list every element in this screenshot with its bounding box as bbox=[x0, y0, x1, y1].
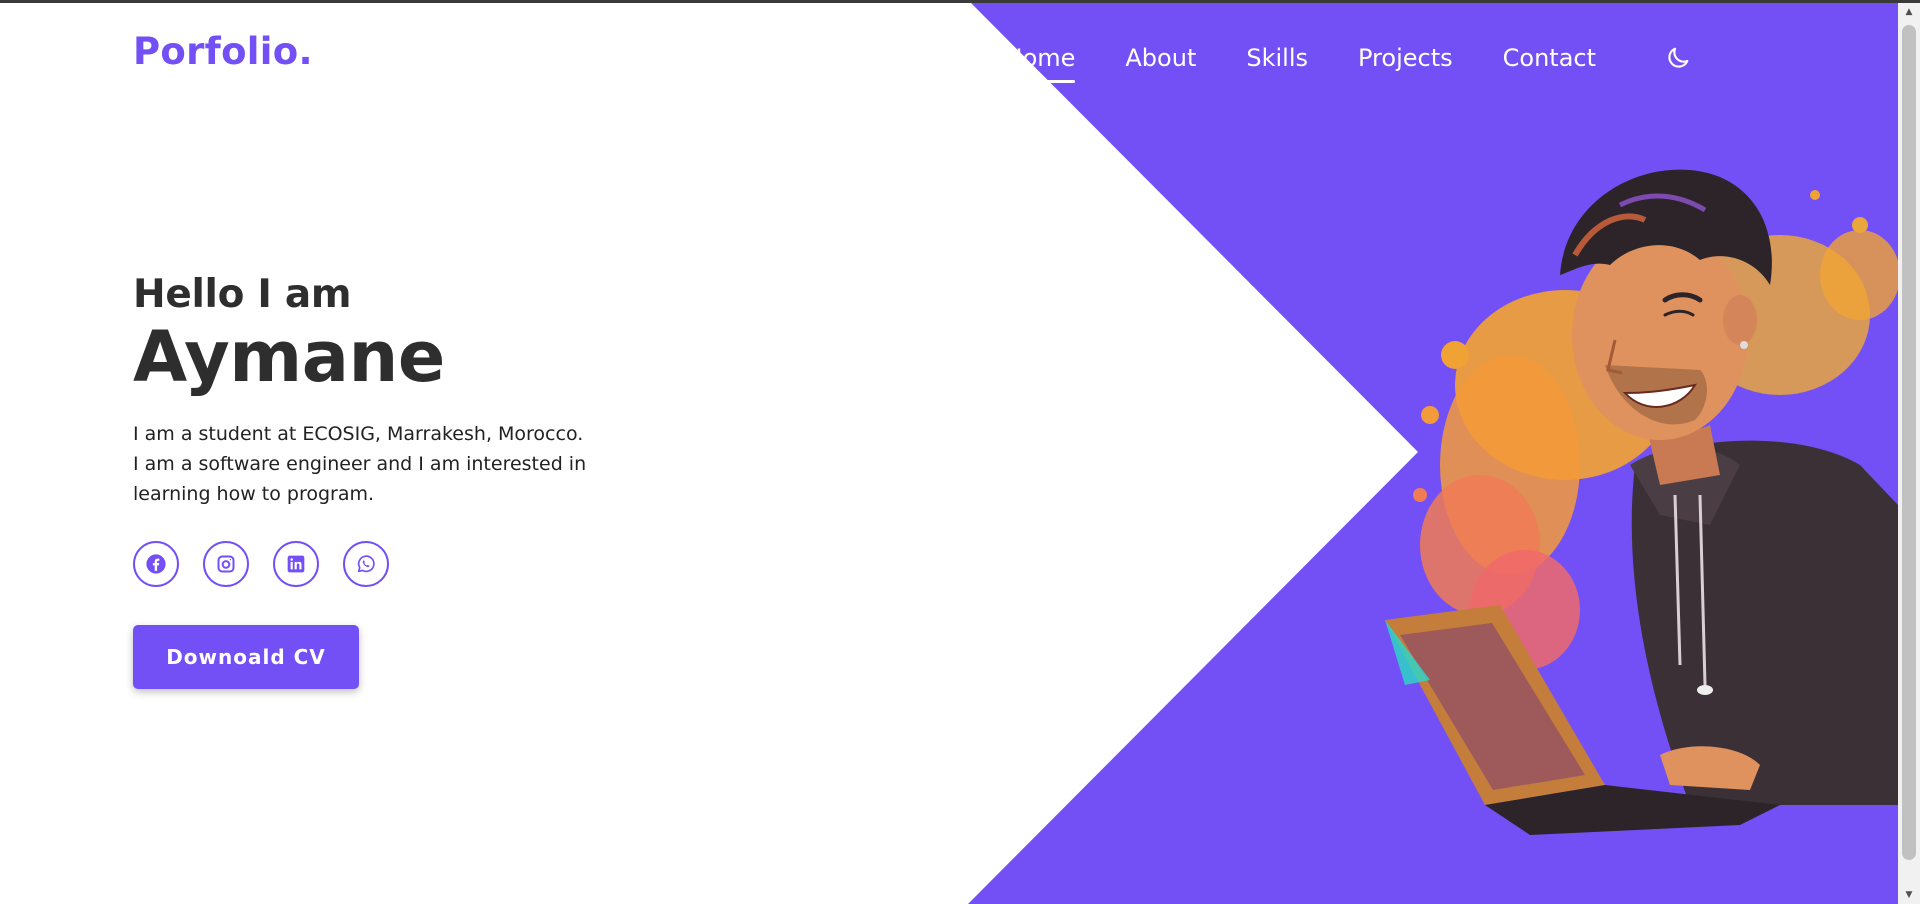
theme-toggle-button[interactable] bbox=[1658, 38, 1698, 78]
nav-skills[interactable]: Skills bbox=[1246, 41, 1308, 75]
hero-greeting: Hello I am bbox=[133, 272, 352, 317]
hero-name: Aymane bbox=[133, 316, 445, 398]
download-cv-button[interactable]: Downoald CV bbox=[133, 625, 359, 689]
main-nav: Home About Skills Projects Contact bbox=[1004, 38, 1698, 83]
bio-line: learning how to program. bbox=[133, 483, 375, 505]
site-header: Porfolio. Home About Skills Projects Con… bbox=[0, 0, 1898, 110]
nav-contact[interactable]: Contact bbox=[1503, 41, 1596, 75]
linkedin-icon bbox=[287, 555, 305, 573]
bio-line: I am a student at ECOSIG, Marrakesh, Mor… bbox=[133, 423, 584, 445]
facebook-link[interactable] bbox=[133, 541, 179, 587]
bio-line: I am a software engineer and I am intere… bbox=[133, 453, 587, 475]
instagram-icon bbox=[217, 555, 235, 573]
scroll-down-icon[interactable]: ▼ bbox=[1898, 886, 1920, 904]
instagram-link[interactable] bbox=[203, 541, 249, 587]
scroll-up-icon[interactable]: ▲ bbox=[1898, 3, 1920, 21]
whatsapp-link[interactable] bbox=[343, 541, 389, 587]
social-links bbox=[133, 541, 653, 587]
facebook-icon bbox=[146, 554, 166, 574]
nav-about[interactable]: About bbox=[1125, 41, 1196, 75]
hero-section: Hello I am Aymane I am a student at ECOS… bbox=[133, 272, 653, 689]
hero-bio: I am a student at ECOSIG, Marrakesh, Mor… bbox=[133, 419, 653, 509]
linkedin-link[interactable] bbox=[273, 541, 319, 587]
site-logo[interactable]: Porfolio. bbox=[133, 30, 313, 73]
moon-icon bbox=[1668, 47, 1689, 68]
nav-home[interactable]: Home bbox=[1004, 41, 1075, 83]
vertical-scrollbar[interactable]: ▲ ▼ bbox=[1898, 3, 1920, 904]
window-top-border bbox=[0, 0, 1920, 3]
whatsapp-icon bbox=[357, 555, 375, 573]
scrollbar-thumb[interactable] bbox=[1902, 25, 1916, 860]
hero-illustration bbox=[1385, 169, 1898, 835]
nav-projects[interactable]: Projects bbox=[1358, 41, 1453, 75]
